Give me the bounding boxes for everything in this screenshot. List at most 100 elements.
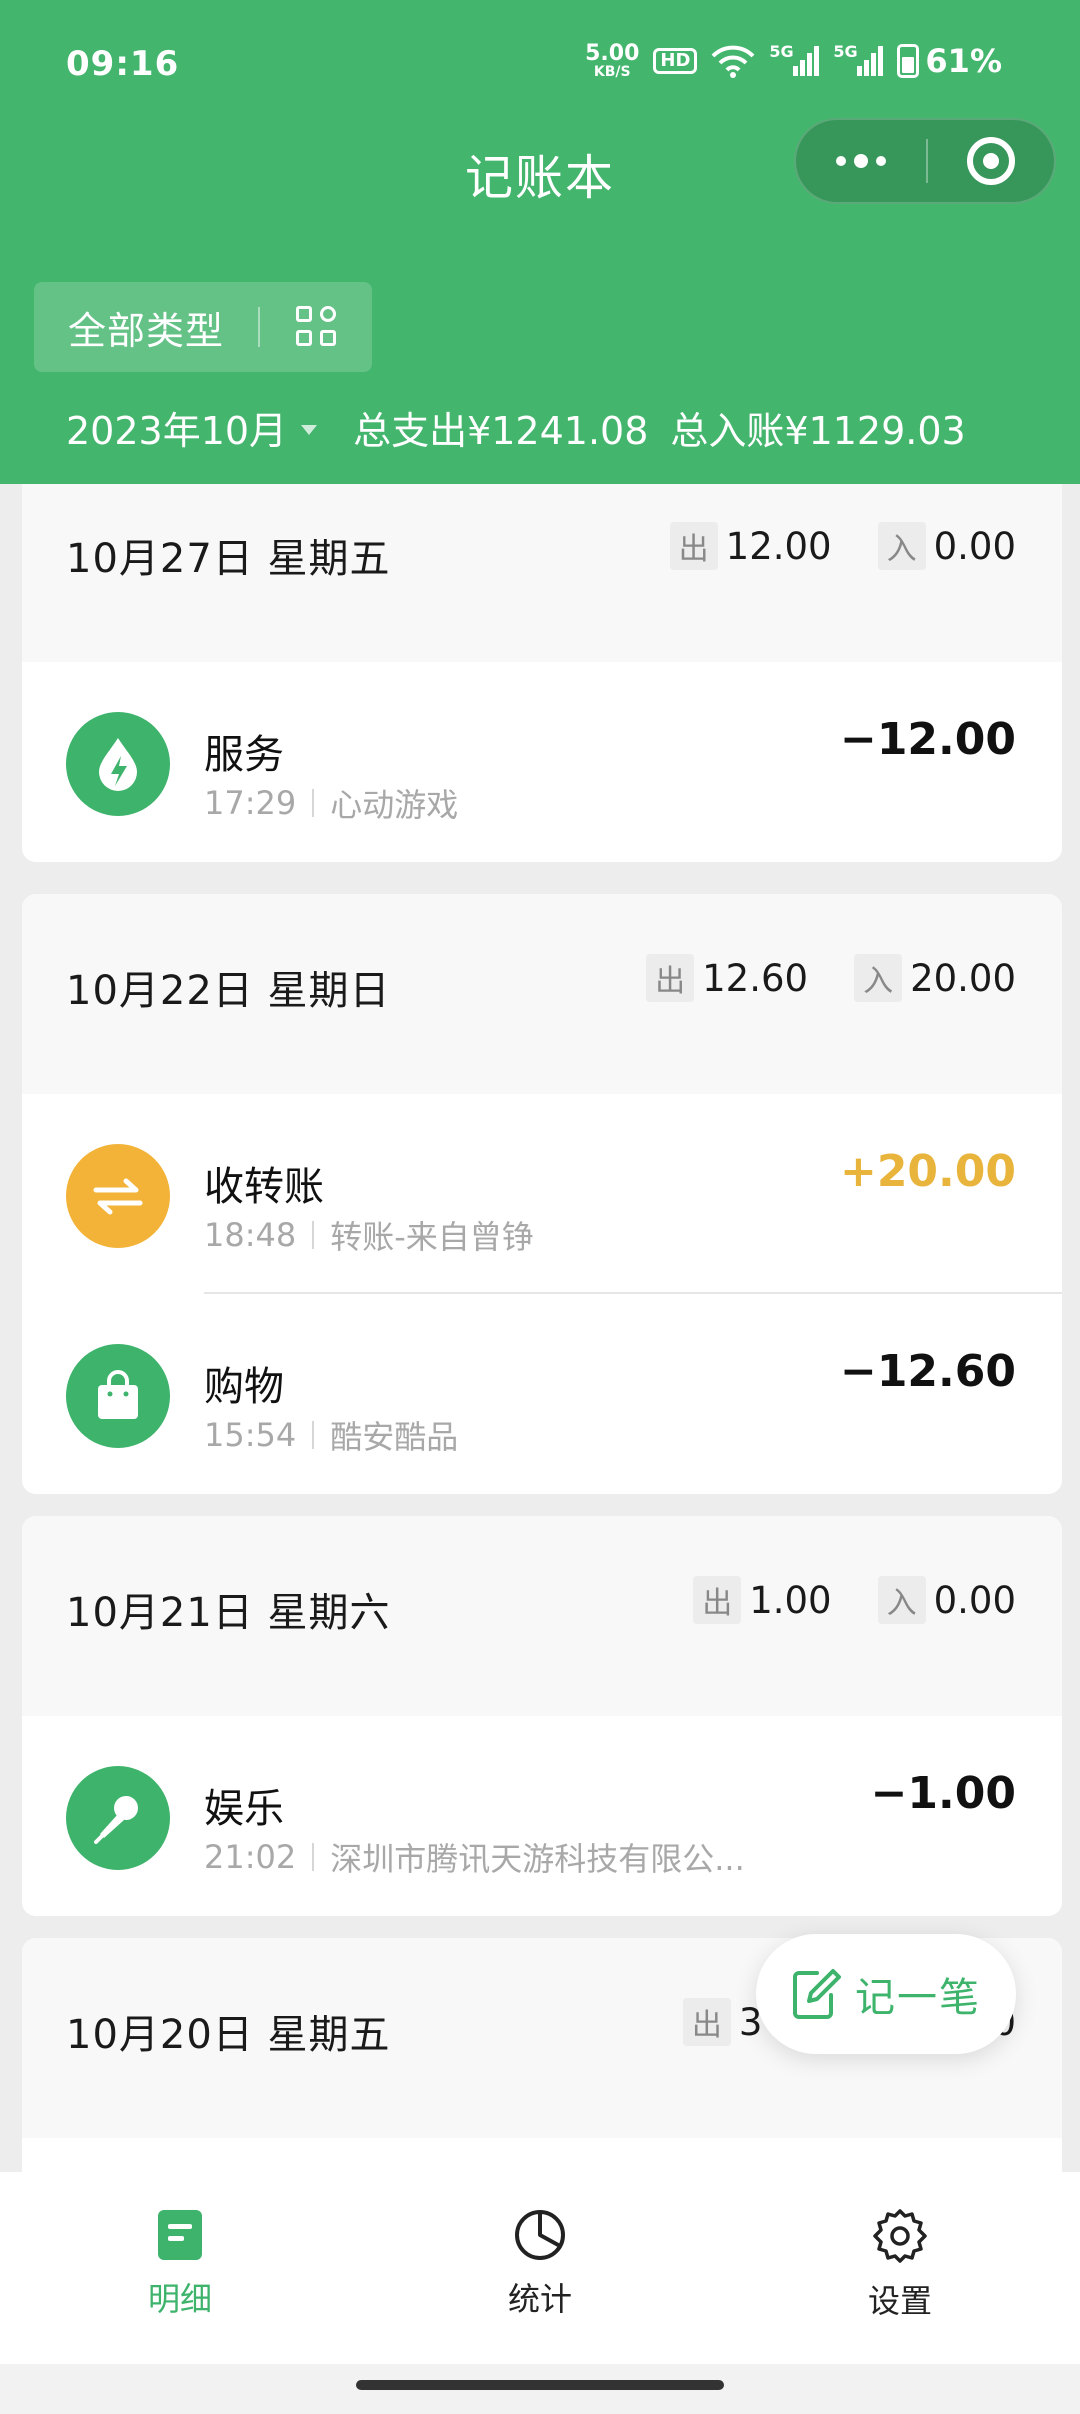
add-record-label: 记一笔 bbox=[855, 1975, 981, 2021]
transaction-merchant: 酷安酷品 bbox=[330, 1418, 459, 1456]
day-out-amount: 1.00 bbox=[749, 1578, 832, 1622]
battery-indicator: 61% bbox=[897, 42, 1002, 80]
edit-note-icon bbox=[793, 1969, 841, 2019]
add-record-button[interactable]: 记一笔 bbox=[756, 1934, 1016, 2054]
transaction-amount: +20.00 bbox=[839, 1146, 1016, 1197]
day-in-amount: 0.00 bbox=[933, 1578, 1016, 1622]
transaction-row[interactable]: 娱乐 21:02 深圳市腾讯天游科技有限公... −1.00 bbox=[22, 1716, 1062, 1916]
transaction-list[interactable]: 10月27日 星期五 出 12.00 入 0.00 服务 17:29 心动游戏 −12… bbox=[0, 484, 1080, 2172]
out-chip: 出 bbox=[669, 522, 718, 570]
out-chip: 出 bbox=[646, 954, 695, 1002]
transaction-meta: 21:02 深圳市腾讯天游科技有限公... bbox=[204, 1834, 745, 1880]
day-in-amount: 20.00 bbox=[910, 956, 1016, 1000]
day-card: 10月21日 星期六 出 1.00 入 0.00 娱乐 21:02 深圳市腾讯天游科技… bbox=[22, 1516, 1062, 1916]
transaction-amount: −12.00 bbox=[839, 714, 1016, 765]
status-icons: 5.00 KB/S HD 5G 5G 61% bbox=[585, 42, 1002, 80]
transaction-merchant: 深圳市腾讯天游科技有限公... bbox=[330, 1840, 745, 1878]
status-bar: 09:16 5.00 KB/S HD 5G 5G 61% bbox=[0, 0, 1080, 130]
battery-icon bbox=[897, 44, 920, 78]
transaction-meta: 17:29 心动游戏 bbox=[204, 780, 458, 826]
network-speed-value: 5.00 bbox=[585, 41, 640, 66]
tab-settings[interactable]: 设置 bbox=[720, 2172, 1080, 2364]
category-grid-icon bbox=[296, 306, 338, 348]
transaction-category: 购物 bbox=[204, 1364, 284, 1410]
in-chip: 入 bbox=[877, 522, 926, 570]
transaction-category: 收转账 bbox=[204, 1164, 324, 1210]
transaction-row[interactable]: 购物 15:54 酷安酷品 −12.60 bbox=[22, 1294, 1062, 1494]
day-header: 10月21日 星期六 出 1.00 入 0.00 bbox=[22, 1516, 1062, 1716]
network-speed-unit: KB/S bbox=[593, 64, 631, 80]
transaction-row[interactable]: 收转账 18:48 转账-来自曾铮 +20.00 bbox=[22, 1094, 1062, 1294]
day-totals: 出 12.60 入 20.00 bbox=[646, 954, 1016, 1002]
battery-percent: 61% bbox=[925, 42, 1002, 80]
day-card: 10月27日 星期五 出 12.00 入 0.00 服务 17:29 心动游戏 −12… bbox=[22, 484, 1062, 862]
wifi-icon bbox=[711, 45, 755, 78]
transaction-time: 17:29 bbox=[204, 784, 297, 822]
type-filter-button[interactable]: 全部类型 bbox=[34, 282, 372, 372]
tab-details[interactable]: 明细 bbox=[0, 2172, 360, 2364]
hd-voice-icon: HD bbox=[653, 48, 698, 74]
shopping-bag-icon bbox=[66, 1344, 170, 1448]
day-date: 10月22日 星期日 bbox=[66, 968, 391, 1014]
day-totals: 出 12.00 入 0.00 bbox=[669, 522, 1016, 570]
day-totals: 出 1.00 入 0.00 bbox=[693, 1576, 1016, 1624]
day-header: 10月27日 星期五 出 12.00 入 0.00 bbox=[22, 484, 1062, 662]
more-options-button[interactable] bbox=[796, 120, 926, 202]
day-date: 10月27日 星期五 bbox=[66, 536, 391, 582]
document-icon bbox=[158, 2210, 202, 2260]
out-chip: 出 bbox=[682, 1998, 731, 2046]
tab-statistics[interactable]: 统计 bbox=[360, 2172, 720, 2364]
transaction-row[interactable]: 服务 17:29 心动游戏 −12.00 bbox=[22, 662, 1062, 862]
transfer-arrows-icon bbox=[66, 1144, 170, 1248]
cellular-signal-2-icon: 5G bbox=[833, 42, 884, 76]
out-chip: 出 bbox=[693, 1576, 742, 1624]
total-income: 总入账¥1129.03 bbox=[670, 409, 966, 453]
gear-icon bbox=[873, 2209, 927, 2263]
bottom-nav: 明细 统计 设置 bbox=[0, 2172, 1080, 2364]
more-dot-icon bbox=[854, 154, 868, 168]
tab-details-label: 明细 bbox=[147, 2280, 212, 2318]
close-miniprogram-button[interactable] bbox=[928, 120, 1054, 202]
transaction-category: 娱乐 bbox=[204, 1786, 284, 1832]
target-icon bbox=[967, 137, 1015, 185]
day-date: 10月21日 星期六 bbox=[66, 1590, 391, 1636]
app-header: 09:16 5.00 KB/S HD 5G 5G 61% 记账本 全部类型 20… bbox=[0, 0, 1080, 484]
signal-2-label: 5G bbox=[833, 42, 858, 61]
signal-1-label: 5G bbox=[769, 42, 794, 61]
transaction-merchant: 心动游戏 bbox=[330, 786, 459, 824]
more-dot-icon bbox=[836, 156, 846, 166]
tab-statistics-label: 统计 bbox=[507, 2280, 572, 2318]
transaction-amount: −1.00 bbox=[870, 1768, 1016, 1819]
in-chip: 入 bbox=[854, 954, 903, 1002]
day-header: 10月22日 星期日 出 12.60 入 20.00 bbox=[22, 894, 1062, 1094]
type-filter-label: 全部类型 bbox=[68, 308, 225, 353]
transaction-merchant: 转账-来自曾铮 bbox=[330, 1218, 534, 1256]
transaction-time: 21:02 bbox=[204, 1838, 297, 1876]
transaction-meta: 15:54 酷安酷品 bbox=[204, 1412, 458, 1458]
day-date: 10月20日 星期五 bbox=[66, 2012, 391, 2058]
month-picker[interactable]: 2023年10月 bbox=[66, 400, 318, 455]
cellular-signal-1-icon: 5G bbox=[769, 42, 820, 76]
status-time: 09:16 bbox=[66, 44, 180, 84]
total-expense: 总支出¥1241.08 bbox=[353, 409, 649, 453]
miniprogram-capsule bbox=[794, 118, 1056, 204]
transaction-category: 服务 bbox=[204, 732, 284, 778]
network-speed: 5.00 KB/S bbox=[585, 41, 640, 80]
more-dot-icon bbox=[876, 156, 886, 166]
day-out-amount: 12.00 bbox=[725, 524, 832, 568]
day-in-amount: 0.00 bbox=[933, 524, 1016, 568]
water-drop-bolt-icon bbox=[66, 712, 170, 816]
transaction-time: 18:48 bbox=[204, 1216, 297, 1254]
month-label: 2023年10月 bbox=[66, 409, 288, 453]
home-indicator[interactable] bbox=[356, 2380, 724, 2390]
type-filter-divider bbox=[258, 307, 261, 347]
microphone-icon bbox=[66, 1766, 170, 1870]
day-card: 10月22日 星期日 出 12.60 入 20.00 收转账 18:48 转账-来自曾… bbox=[22, 894, 1062, 1494]
tab-settings-label: 设置 bbox=[867, 2282, 932, 2320]
pie-chart-icon bbox=[515, 2210, 565, 2260]
transaction-amount: −12.60 bbox=[839, 1346, 1016, 1397]
in-chip: 入 bbox=[877, 1576, 926, 1624]
caret-down-icon bbox=[301, 424, 318, 435]
month-summary: 2023年10月 总支出¥1241.08 总入账¥1129.03 bbox=[66, 400, 966, 455]
transaction-meta: 18:48 转账-来自曾铮 bbox=[204, 1212, 534, 1258]
